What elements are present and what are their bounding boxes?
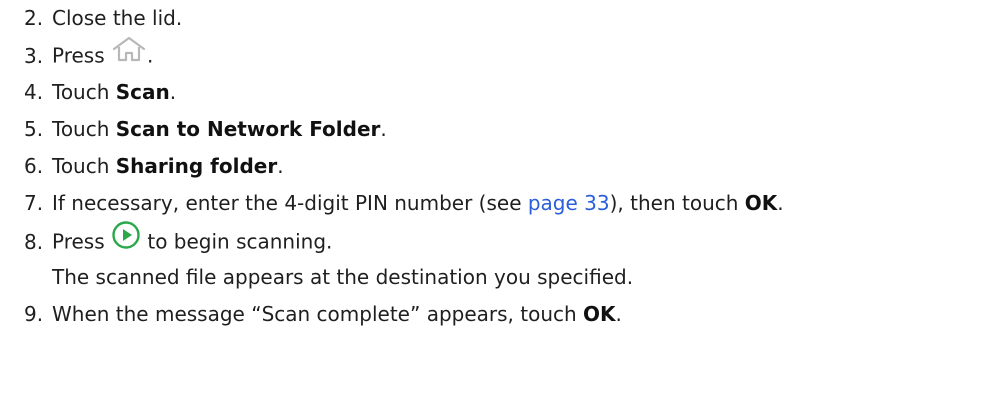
step-2: 2. Close the lid. — [24, 0, 784, 37]
step-6: 6. Touch Sharing folder. — [24, 148, 784, 185]
step-8: 8. Press to begin scanning. — [24, 220, 784, 262]
step-7: 7. If necessary, enter the 4-digit PIN nu… — [24, 185, 784, 222]
step-number: 7. — [24, 191, 44, 215]
step-4: 4. Touch Scan. — [24, 74, 784, 111]
step-text: If necessary, enter the 4-digit PIN numb… — [52, 191, 528, 215]
step-number: 6. — [24, 154, 44, 178]
ui-term: Sharing folder — [115, 154, 278, 178]
step-8-note: The scanned file appears at the destinat… — [24, 259, 784, 296]
step-text: When the message “Scan complete” appears… — [52, 302, 584, 326]
instruction-steps: 2. Close the lid. 3. Press . 4. Touch Scan.… — [24, 0, 784, 333]
step-text: Press — [52, 229, 111, 254]
ui-term: OK — [744, 191, 778, 215]
step-number: 5. — [24, 117, 44, 141]
step-number: 8. — [24, 229, 44, 254]
step-text: Press — [52, 43, 111, 68]
step-text: . — [380, 117, 387, 141]
step-number: 3. — [24, 43, 44, 68]
step-text: Close the lid. — [52, 6, 183, 30]
ui-term: Scan to Network Folder — [115, 117, 381, 141]
step-text: Touch — [52, 117, 116, 141]
step-text: ), then touch — [609, 191, 745, 215]
step-text: to begin scanning. — [141, 229, 333, 254]
step-number: 4. — [24, 80, 44, 104]
step-text: . — [147, 43, 154, 68]
home-icon — [111, 35, 147, 75]
step-number: 9. — [24, 302, 44, 326]
page-link[interactable]: page 33 — [528, 191, 610, 215]
step-text: Touch — [52, 154, 116, 178]
step-note-text: The scanned file appears at the destinat… — [52, 265, 634, 289]
start-play-icon — [111, 220, 141, 262]
step-9: 9. When the message “Scan complete” appea… — [24, 296, 784, 333]
step-text: . — [777, 191, 784, 215]
step-number: 2. — [24, 6, 44, 30]
step-5: 5. Touch Scan to Network Folder. — [24, 111, 784, 148]
step-text: . — [169, 80, 177, 104]
ui-term: OK — [583, 302, 616, 326]
step-3: 3. Press . — [24, 35, 784, 75]
step-text: . — [277, 154, 284, 178]
step-text: Touch — [52, 80, 116, 104]
step-text: . — [615, 302, 622, 326]
ui-term: Scan — [115, 80, 170, 104]
